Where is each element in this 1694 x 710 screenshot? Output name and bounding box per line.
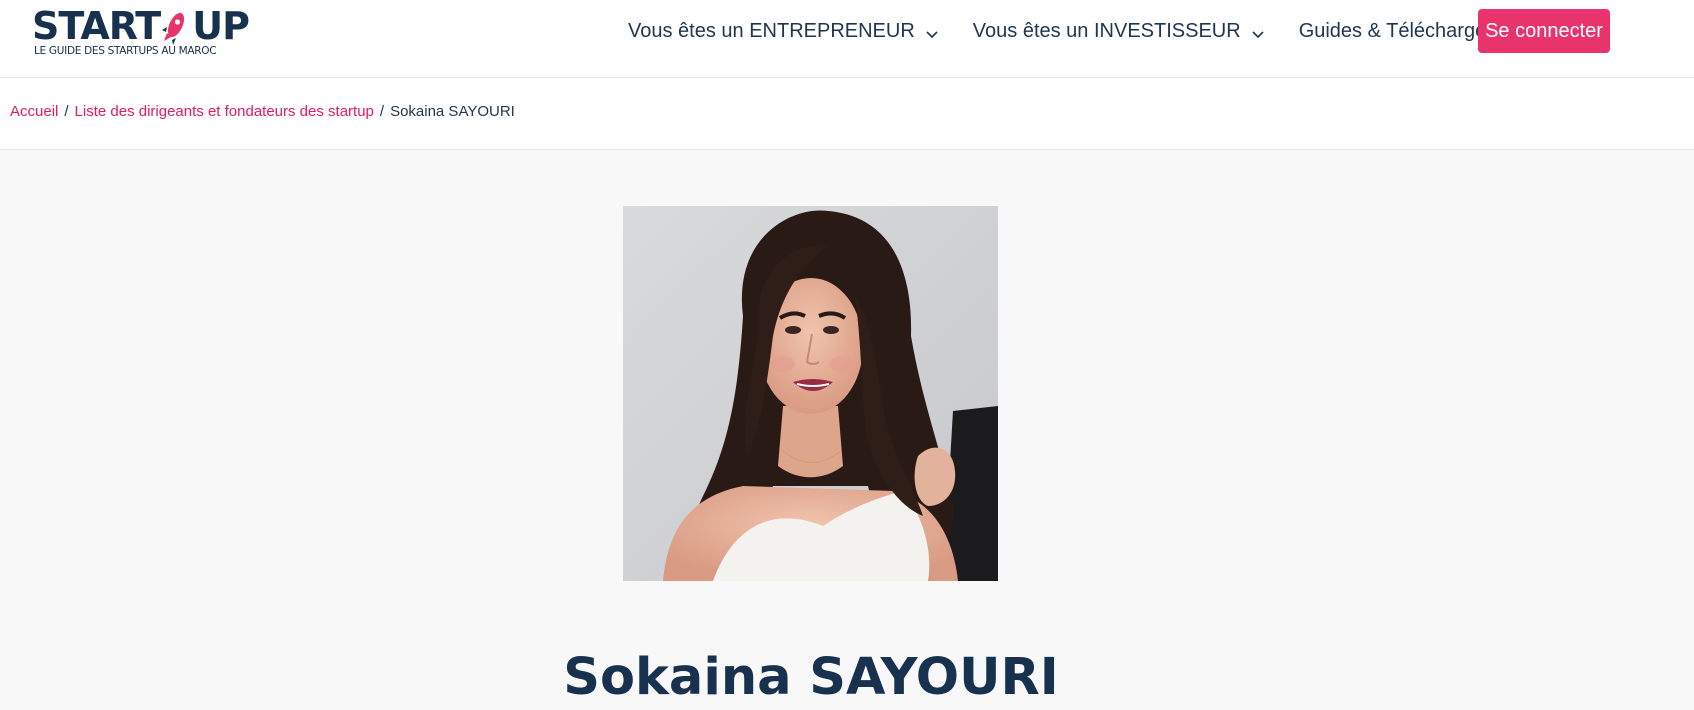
breadcrumb: Accueil / Liste des dirigeants et fondateu… [10, 103, 515, 120]
profile-name: Sokaina SAYOURI [563, 648, 1059, 707]
chevron-down-icon [925, 24, 939, 39]
logo-text-start: START [32, 4, 161, 48]
nav-item-entrepreneur[interactable]: Vous êtes un ENTREPRENEUR [628, 20, 939, 43]
site-logo[interactable]: START UP LE GUIDE DES STARTUPS AU MAROC [32, 6, 250, 62]
chevron-down-icon [1251, 24, 1265, 39]
nav-item-label: Vous êtes un ENTREPRENEUR [628, 19, 915, 42]
profile-photo [623, 206, 998, 581]
breadcrumb-list-link[interactable]: Liste des dirigeants et fondateurs des s… [75, 103, 374, 120]
breadcrumb-separator: / [379, 103, 385, 120]
breadcrumb-bar: Accueil / Liste des dirigeants et fondateu… [0, 78, 1694, 150]
main-nav: Vous êtes un ENTREPRENEUR Vous êtes un I… [628, 9, 1589, 53]
breadcrumb-separator: / [64, 103, 69, 120]
login-button[interactable]: Se connecter [1478, 9, 1610, 53]
logo-tagline: LE GUIDE DES STARTUPS AU MAROC [34, 45, 217, 57]
breadcrumb-home-link[interactable]: Accueil [10, 103, 58, 120]
nav-item-label: Vous êtes un INVESTISSEUR [972, 19, 1241, 42]
breadcrumb-current: Sokaina SAYOURI [390, 103, 515, 120]
logo-text-end: UP [192, 4, 250, 48]
rocket-icon [161, 6, 191, 46]
nav-item-investisseur[interactable]: Vous êtes un INVESTISSEUR [973, 20, 1265, 43]
site-header: START UP LE GUIDE DES STARTUPS AU MAROC … [0, 0, 1694, 78]
logo-wordmark: START UP [32, 4, 250, 48]
